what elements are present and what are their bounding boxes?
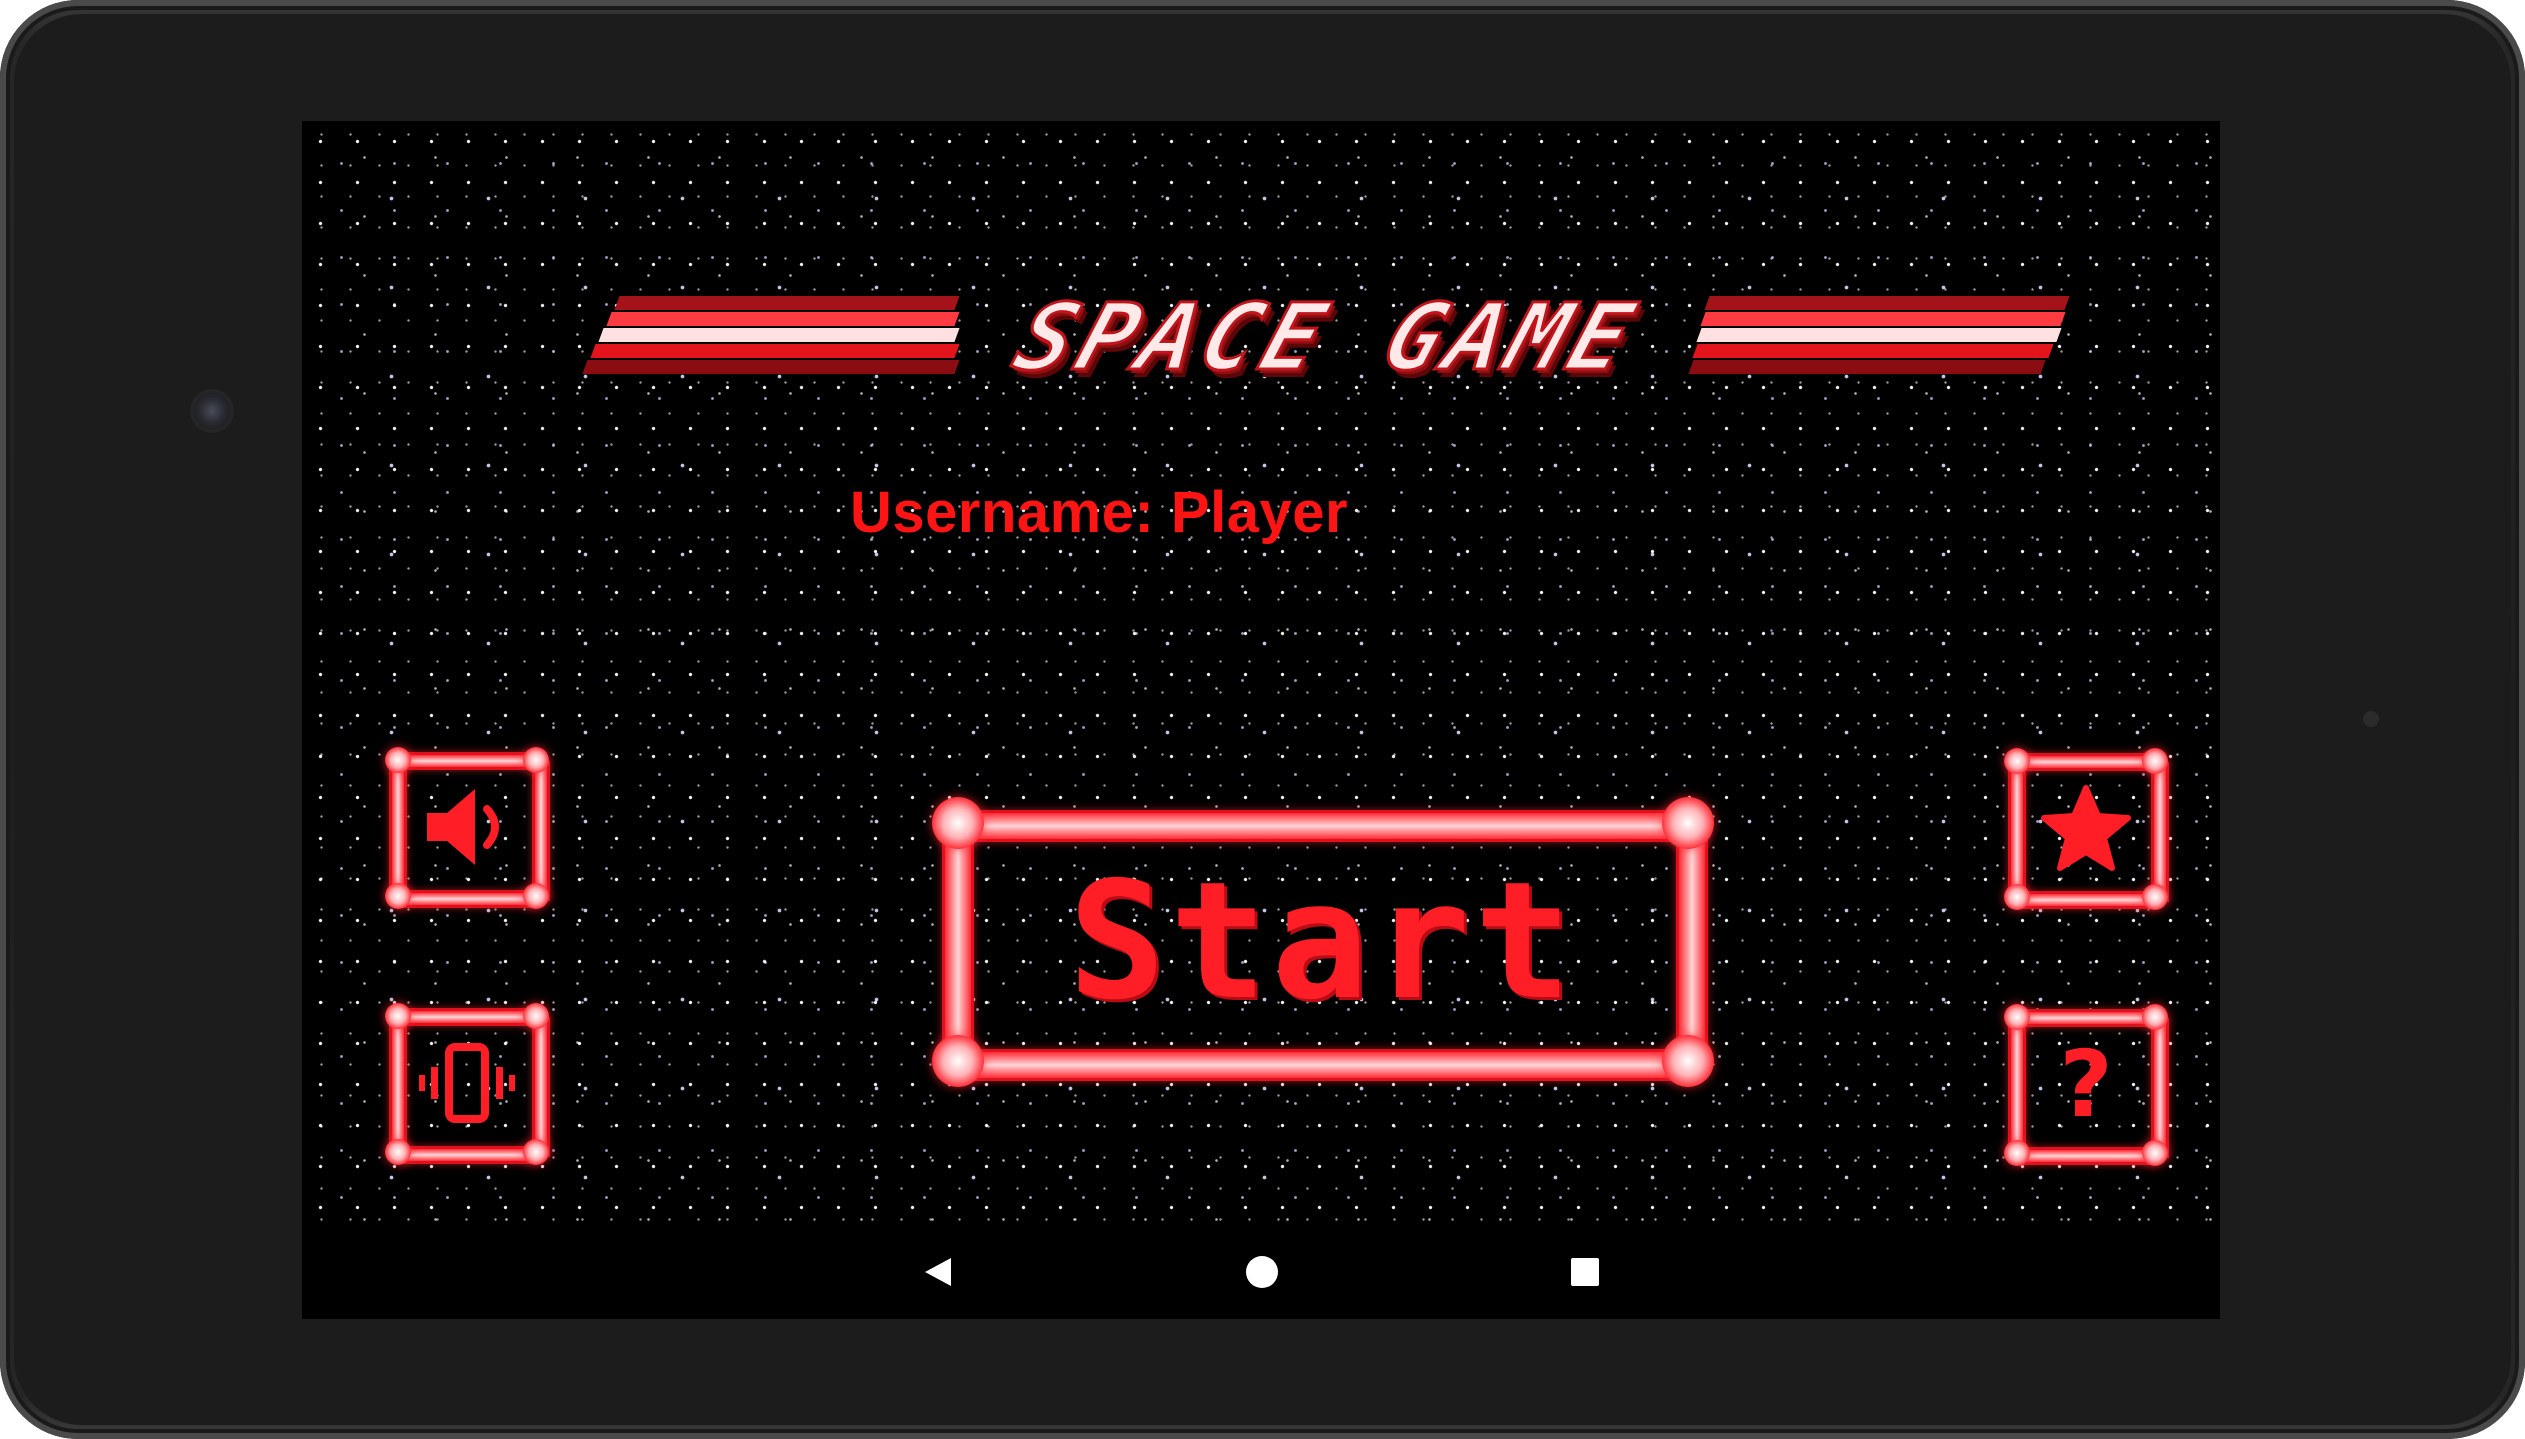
nav-home-button[interactable] [1242, 1252, 1282, 1296]
title-stripes-right [1688, 288, 2077, 386]
rate-star-button[interactable] [2004, 748, 2170, 911]
title-banner: SPACE GAME [577, 282, 2077, 392]
sound-toggle-button[interactable] [385, 747, 551, 910]
vibrate-phone-icon [419, 1043, 515, 1123]
username-label: Username: Player [850, 480, 1349, 545]
title-stripes-left [577, 288, 960, 386]
star-icon [2041, 785, 2131, 871]
game-screen: SPACE GAME Username: Player Start ? [302, 121, 2220, 1319]
help-button[interactable]: ? [2004, 1004, 2170, 1167]
vibration-toggle-button[interactable] [385, 1003, 551, 1166]
tablet-device-frame: SPACE GAME Username: Player Start ? [0, 0, 2525, 1439]
proximity-sensor [2363, 711, 2379, 727]
game-title: SPACE GAME [1001, 282, 1653, 392]
nav-recents-button[interactable] [1565, 1252, 1605, 1296]
triangle-back-icon [925, 1258, 951, 1286]
speaker-icon [427, 789, 499, 865]
start-label: Start [1068, 848, 1576, 1036]
system-navigation-bar [302, 1224, 2220, 1319]
front-camera [194, 393, 230, 429]
start-button[interactable]: Start [932, 797, 1714, 1088]
nav-back-button[interactable] [917, 1252, 957, 1296]
question-mark-icon: ? [2059, 1030, 2113, 1138]
circle-home-icon [1246, 1256, 1278, 1288]
square-recents-icon [1571, 1258, 1599, 1286]
